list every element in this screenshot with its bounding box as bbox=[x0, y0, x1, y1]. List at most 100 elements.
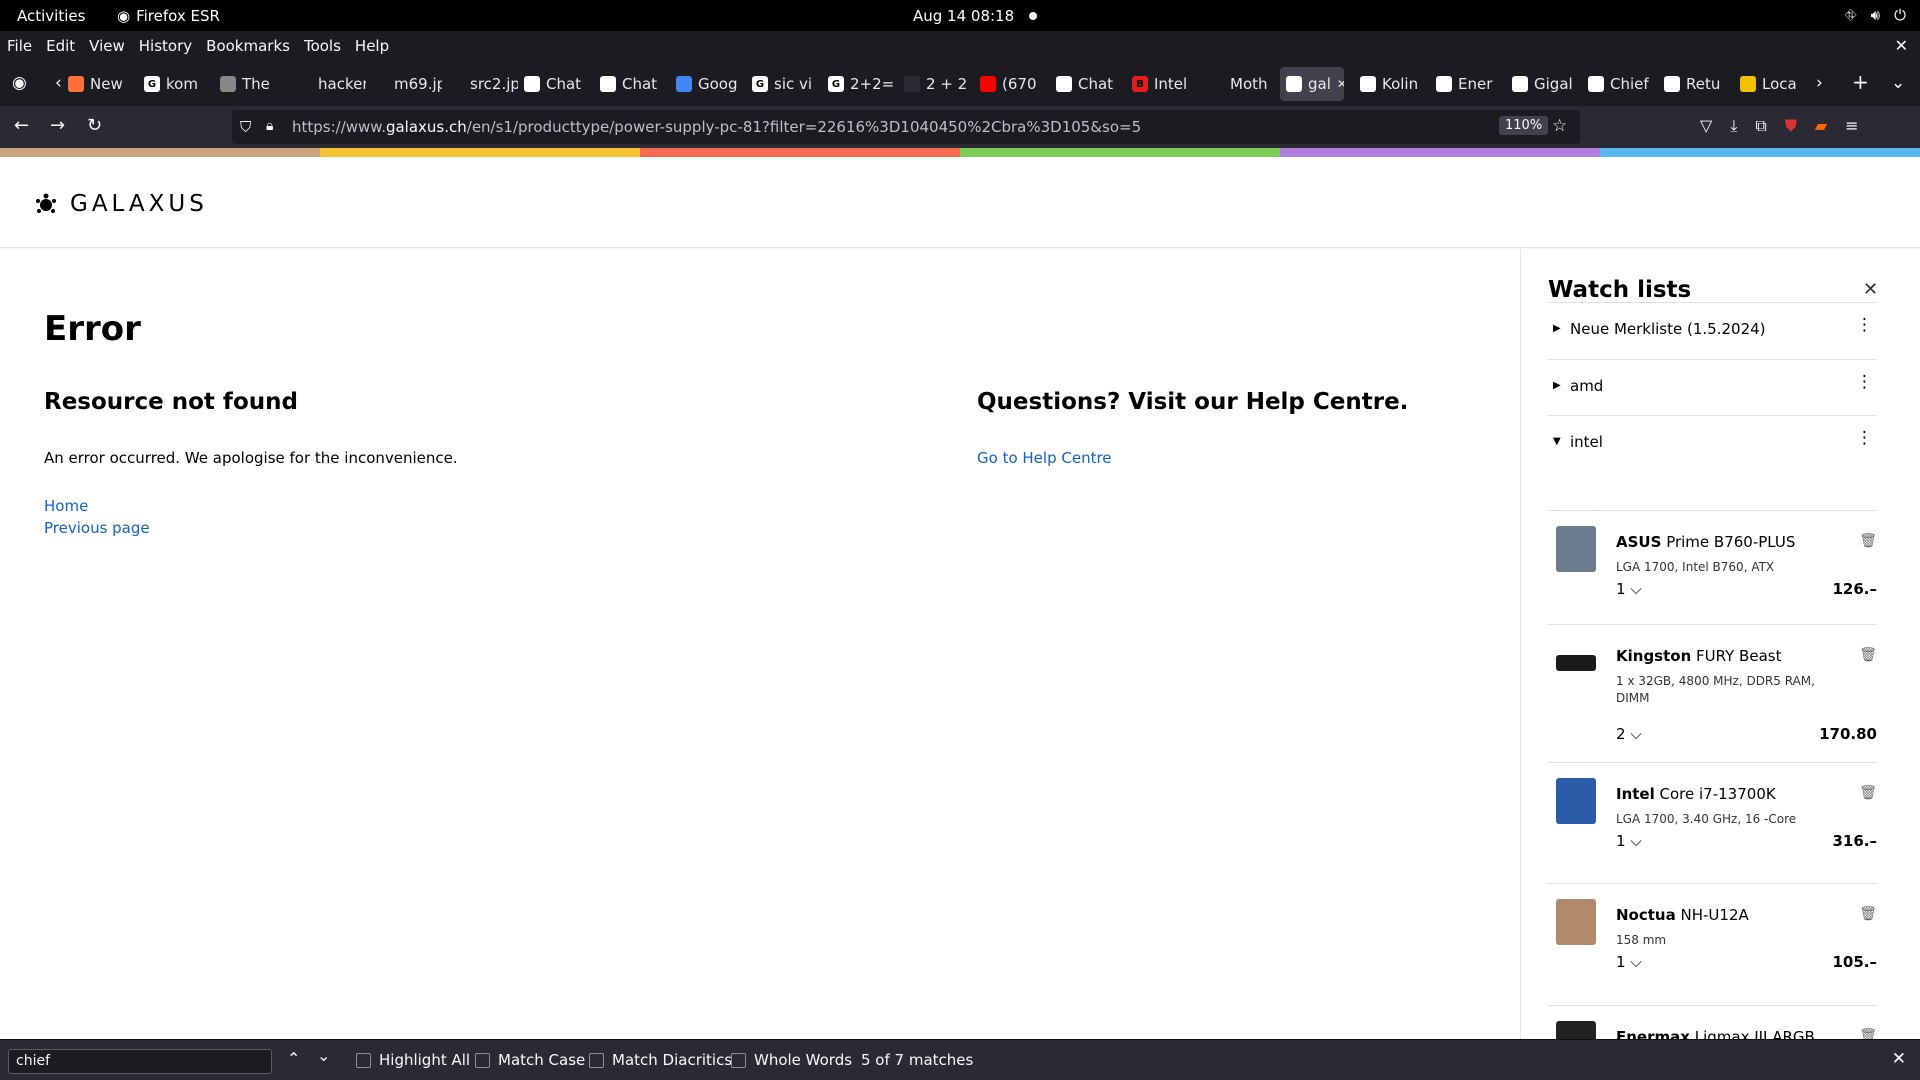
downloads-icon[interactable]: ⤓ bbox=[1730, 116, 1737, 136]
watch-list-0[interactable]: ▶ Neue Merkliste (1.5.2024) ⋮ bbox=[1548, 302, 1877, 359]
tab-1[interactable]: Gkom bbox=[144, 67, 214, 101]
menu-help[interactable]: Help bbox=[355, 37, 389, 55]
tab-12[interactable]: (670 bbox=[980, 67, 1050, 101]
tab-7[interactable]: Chat bbox=[600, 67, 670, 101]
watch-item[interactable]: Intel Core i7-13700K 🗑︎ LGA 1700, 3.40 GHz… bbox=[1548, 762, 1877, 883]
help-centre-link[interactable]: Go to Help Centre bbox=[977, 449, 1112, 467]
find-previous-icon[interactable]: ⌃ bbox=[287, 1049, 300, 1068]
menu-history[interactable]: History bbox=[139, 37, 192, 55]
firefox-view-icon[interactable]: ◉ bbox=[12, 73, 27, 93]
quantity-select[interactable]: 1 ⌵ bbox=[1616, 832, 1642, 850]
tab-14[interactable]: B Intel bbox=[1132, 67, 1202, 101]
new-tab-icon[interactable]: + bbox=[1852, 70, 1869, 94]
tab-16[interactable]: gal ✕ bbox=[1280, 67, 1344, 101]
bookmark-star-icon[interactable]: ☆ bbox=[1552, 116, 1567, 136]
extensions-icon[interactable]: ⧉ bbox=[1755, 116, 1766, 136]
menu-edit[interactable]: Edit bbox=[46, 37, 75, 55]
product-image[interactable] bbox=[1556, 778, 1596, 824]
product-name[interactable]: Noctua NH-U12A bbox=[1616, 906, 1749, 924]
list-tabs-icon[interactable]: ⌄ bbox=[1891, 73, 1905, 93]
tab-9[interactable]: Gsic vi bbox=[752, 67, 822, 101]
menu-view[interactable]: View bbox=[89, 37, 125, 55]
back-icon[interactable]: ← bbox=[14, 115, 29, 136]
quantity-select[interactable]: 2 ⌵ bbox=[1616, 725, 1642, 743]
app-menu[interactable]: ◉ Firefox ESR bbox=[117, 7, 220, 25]
product-image[interactable] bbox=[1556, 526, 1596, 572]
tab-18[interactable]: Ener bbox=[1436, 67, 1506, 101]
tab-22[interactable]: Loca bbox=[1740, 67, 1810, 101]
highlight-all-checkbox[interactable]: Highlight All bbox=[356, 1051, 470, 1069]
close-window-icon[interactable]: ✕ bbox=[1895, 36, 1908, 55]
close-tab-icon[interactable]: ✕ bbox=[1337, 77, 1344, 91]
tracking-protection-icon[interactable]: ⛉ bbox=[240, 118, 251, 136]
menu-tools[interactable]: Tools bbox=[304, 37, 341, 55]
tab-5[interactable]: src2.jpg bbox=[448, 67, 518, 101]
tab-2[interactable]: The bbox=[220, 67, 290, 101]
more-options-icon[interactable]: ⋮ bbox=[1856, 374, 1873, 391]
quantity-select[interactable]: 1 ⌵ bbox=[1616, 580, 1642, 598]
watch-item[interactable]: ASUS Prime B760-PLUS 🗑︎ LGA 1700, Intel B7… bbox=[1548, 510, 1877, 624]
product-image[interactable] bbox=[1556, 655, 1596, 671]
scroll-tabs-left-icon[interactable]: ‹ bbox=[55, 73, 62, 93]
more-options-icon[interactable]: ⋮ bbox=[1856, 317, 1873, 334]
galaxus-logo[interactable]: GALAXUS bbox=[34, 191, 208, 217]
find-input[interactable]: chief bbox=[8, 1049, 272, 1074]
tab-0[interactable]: New bbox=[68, 67, 138, 101]
quantity-select[interactable]: 1 ⌵ bbox=[1616, 953, 1642, 971]
product-name[interactable]: Kingston FURY Beast bbox=[1616, 647, 1781, 665]
menu-bookmarks[interactable]: Bookmarks bbox=[206, 37, 290, 55]
tab-3[interactable]: hackers bbox=[296, 67, 366, 101]
reload-icon[interactable]: ↻ bbox=[87, 115, 102, 136]
ublock-icon[interactable]: ⛊ bbox=[1785, 116, 1797, 136]
more-options-icon[interactable]: ⋮ bbox=[1856, 430, 1873, 447]
system-tray[interactable]: ⛗ 🔊︎ ⏻ bbox=[1845, 6, 1906, 24]
remove-item-icon[interactable]: 🗑︎ bbox=[1859, 906, 1877, 922]
tab-11[interactable]: 2 + 2 bbox=[904, 67, 974, 101]
tab-20[interactable]: Chief bbox=[1588, 67, 1658, 101]
match-diacritics-checkbox[interactable]: Match Diacritics bbox=[589, 1051, 732, 1069]
url-text[interactable]: https://www.galaxus.ch/en/s1/producttype… bbox=[292, 118, 1141, 136]
tab-15[interactable]: Moth bbox=[1208, 67, 1278, 101]
remove-item-icon[interactable]: 🗑︎ bbox=[1859, 1028, 1877, 1039]
remove-item-icon[interactable]: 🗑︎ bbox=[1859, 533, 1877, 549]
product-image[interactable] bbox=[1556, 1021, 1596, 1039]
pocket-icon[interactable]: ▽ bbox=[1700, 116, 1712, 136]
watch-list-1[interactable]: ▶ amd ⋮ bbox=[1548, 359, 1877, 416]
tab-21[interactable]: Retu bbox=[1664, 67, 1734, 101]
extension-icon[interactable]: ▰ bbox=[1815, 116, 1827, 136]
tab-19[interactable]: Gigal bbox=[1512, 67, 1582, 101]
watch-list-2[interactable]: ▼ intel ⋮ bbox=[1548, 415, 1877, 472]
tab-4[interactable]: m69.jpg bbox=[372, 67, 442, 101]
previous-page-link[interactable]: Previous page bbox=[44, 519, 150, 537]
menu-icon[interactable]: ≡ bbox=[1845, 116, 1858, 136]
scroll-tabs-right-icon[interactable]: › bbox=[1816, 73, 1823, 93]
whole-words-checkbox[interactable]: Whole Words bbox=[731, 1051, 852, 1069]
expanded-triangle-icon[interactable]: ▼ bbox=[1553, 436, 1561, 447]
url-bar[interactable]: ⛉ 🔒︎ https://www.galaxus.ch/en/s1/produc… bbox=[232, 110, 1580, 144]
tab-17[interactable]: Kolin bbox=[1360, 67, 1430, 101]
tab-13[interactable]: Chat bbox=[1056, 67, 1126, 101]
product-image[interactable] bbox=[1556, 899, 1596, 945]
close-panel-icon[interactable]: ✕ bbox=[1863, 279, 1878, 300]
remove-item-icon[interactable]: 🗑︎ bbox=[1859, 647, 1877, 663]
collapsed-triangle-icon[interactable]: ▶ bbox=[1553, 380, 1561, 391]
product-name[interactable]: Intel Core i7-13700K bbox=[1616, 785, 1776, 803]
remove-item-icon[interactable]: 🗑︎ bbox=[1859, 785, 1877, 801]
tab-8[interactable]: Goog bbox=[676, 67, 746, 101]
product-name[interactable]: ASUS Prime B760-PLUS bbox=[1616, 533, 1795, 551]
close-find-icon[interactable]: ✕ bbox=[1892, 1049, 1906, 1069]
match-case-checkbox[interactable]: Match Case bbox=[475, 1051, 585, 1069]
watch-item[interactable]: Noctua NH-U12A 🗑︎ 158 mm 1 ⌵ 105.– bbox=[1548, 883, 1877, 1005]
zoom-indicator[interactable]: 110% bbox=[1499, 116, 1549, 135]
product-name[interactable]: Enermax Liqmax III ARGB bbox=[1616, 1028, 1815, 1039]
home-link[interactable]: Home bbox=[44, 497, 88, 515]
lock-icon[interactable]: 🔒︎ bbox=[266, 118, 273, 134]
tab-10[interactable]: G 2+2= bbox=[828, 67, 898, 101]
menu-file[interactable]: File bbox=[7, 37, 32, 55]
find-next-icon[interactable]: ⌄ bbox=[317, 1046, 330, 1065]
collapsed-triangle-icon[interactable]: ▶ bbox=[1553, 323, 1561, 334]
clock[interactable]: Aug 14 08:18 bbox=[913, 7, 1014, 25]
activities-button[interactable]: Activities bbox=[17, 7, 85, 25]
tab-6[interactable]: Chat bbox=[524, 67, 594, 101]
forward-icon[interactable]: → bbox=[50, 115, 65, 136]
